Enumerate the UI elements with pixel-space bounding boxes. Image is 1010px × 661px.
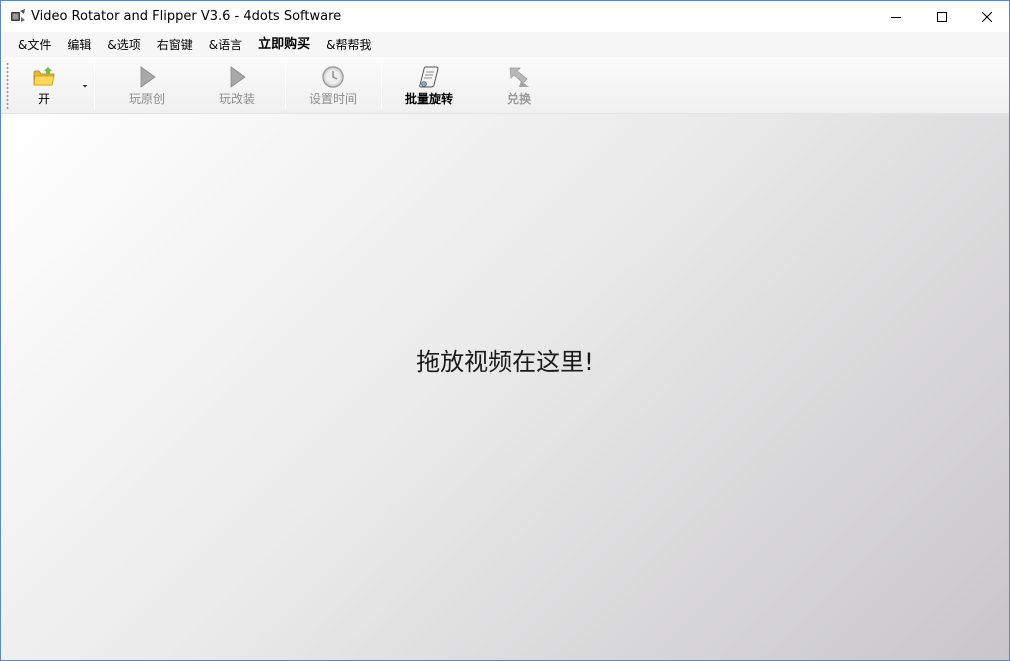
batch-rotate-label: 批量旋转 bbox=[404, 92, 453, 106]
convert-button[interactable]: 兑换 bbox=[485, 61, 553, 111]
menu-options[interactable]: &选项 bbox=[99, 36, 148, 54]
app-window: Video Rotator and Flipper V3.6 - 4dots S… bbox=[0, 0, 1010, 661]
play-original-button[interactable]: 玩原创 bbox=[111, 61, 183, 111]
convert-arrow-icon bbox=[509, 67, 529, 87]
play-icon bbox=[230, 66, 246, 88]
play-original-label: 玩原创 bbox=[128, 92, 165, 106]
folder-icon bbox=[33, 67, 55, 86]
drop-prompt: 拖放视频在这里! bbox=[416, 348, 594, 376]
set-time-label: 设置时间 bbox=[308, 92, 357, 106]
menu-edit[interactable]: 编辑 bbox=[59, 36, 99, 54]
open-button[interactable]: 开 bbox=[15, 61, 73, 111]
title-bar: Video Rotator and Flipper V3.6 - 4dots S… bbox=[1, 1, 1009, 32]
minimize-icon bbox=[891, 16, 901, 18]
menu-context-menu[interactable]: 右窗键 bbox=[149, 36, 201, 54]
minimize-button[interactable] bbox=[873, 1, 919, 32]
set-time-button[interactable]: 设置时间 bbox=[299, 61, 367, 111]
menu-buy-now[interactable]: 立即购买 bbox=[250, 36, 318, 54]
convert-label: 兑换 bbox=[506, 92, 531, 106]
scroll-icon bbox=[419, 66, 439, 88]
menu-file[interactable]: &文件 bbox=[10, 36, 59, 54]
toolbar: 开 玩原创 玩改装 设置时间 批量旋转 兑换 bbox=[1, 57, 1009, 114]
toolbar-grip[interactable] bbox=[6, 62, 9, 109]
batch-rotate-button[interactable]: 批量旋转 bbox=[395, 61, 463, 111]
maximize-icon bbox=[937, 11, 947, 22]
app-icon bbox=[11, 9, 25, 22]
toolbar-separator bbox=[381, 63, 382, 109]
play-icon bbox=[140, 66, 156, 88]
video-drop-area[interactable]: 拖放视频在这里! bbox=[1, 114, 1009, 660]
menu-bar: &文件 编辑 &选项 右窗键 &语言 立即购买 &帮帮我 bbox=[1, 32, 1009, 57]
close-icon bbox=[982, 11, 992, 22]
toolbar-separator bbox=[285, 63, 286, 109]
play-modified-label: 玩改装 bbox=[218, 92, 255, 106]
window-title: Video Rotator and Flipper V3.6 - 4dots S… bbox=[31, 9, 342, 24]
maximize-button[interactable] bbox=[919, 1, 965, 32]
toolbar-separator bbox=[94, 63, 95, 109]
menu-help[interactable]: &帮帮我 bbox=[318, 36, 379, 54]
chevron-down-icon[interactable] bbox=[81, 83, 89, 89]
close-button[interactable] bbox=[964, 1, 1009, 32]
menu-language[interactable]: &语言 bbox=[201, 36, 250, 54]
clock-icon bbox=[322, 66, 344, 88]
play-modified-button[interactable]: 玩改装 bbox=[201, 61, 273, 111]
open-label: 开 bbox=[37, 92, 50, 106]
